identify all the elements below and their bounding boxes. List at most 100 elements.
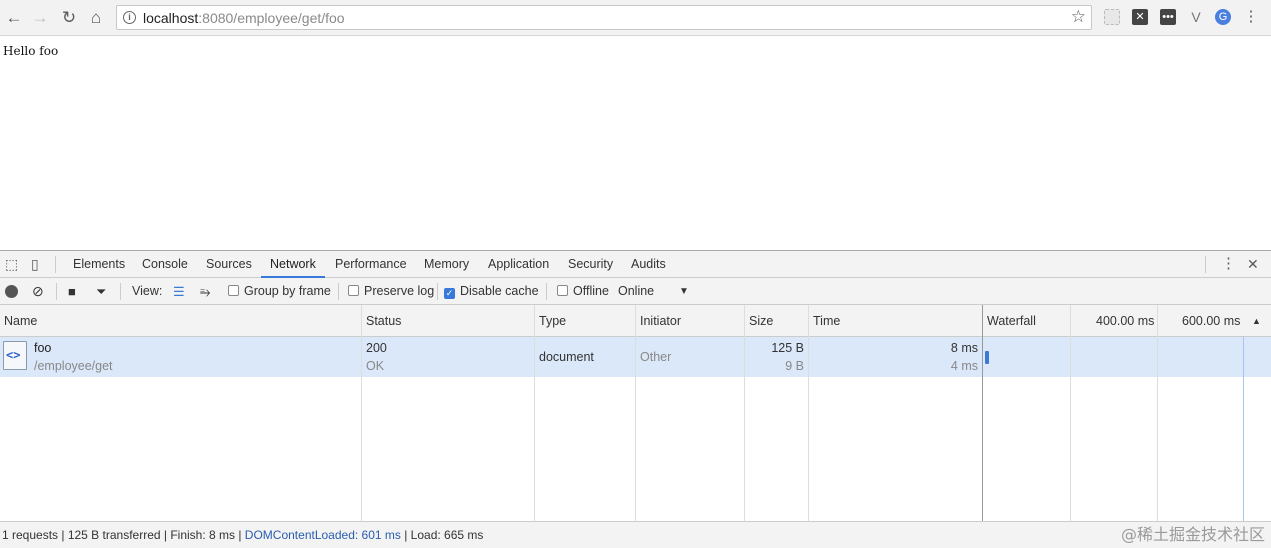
extension-v-icon[interactable]: V	[1188, 9, 1204, 25]
column-divider	[635, 305, 636, 521]
request-time: 8 ms	[950, 341, 978, 355]
url-text[interactable]: localhost:8080/employee/get/foo	[143, 10, 345, 26]
watermark: @稀土掘金技术社区	[1120, 525, 1265, 544]
preserve-log-label: Preserve log	[364, 284, 435, 298]
offline-label: Offline	[573, 284, 609, 298]
tab-network[interactable]: Network	[261, 251, 325, 278]
summary-domcontentloaded: DOMContentLoaded: 601 ms	[244, 528, 401, 542]
close-icon[interactable]: ✕	[1247, 257, 1259, 271]
tab-audits[interactable]: Audits	[622, 251, 675, 278]
column-type[interactable]: Type	[535, 305, 566, 337]
column-divider	[361, 305, 362, 521]
throttling-select[interactable]: Online	[618, 278, 654, 305]
chevron-down-icon[interactable]: ▼	[679, 278, 689, 305]
browser-toolbar: ← → ↻ ⌂ i localhost:8080/employee/get/fo…	[0, 0, 1271, 36]
filter-icon[interactable]: ⏷	[96, 278, 106, 305]
sort-ascending-icon[interactable]: ▲	[1248, 305, 1261, 337]
waterfall-gridline	[1157, 305, 1158, 521]
forward-arrow-icon[interactable]: →	[30, 8, 50, 28]
large-rows-icon[interactable]: ☰	[173, 278, 185, 305]
tab-security[interactable]: Security	[559, 251, 622, 278]
column-name[interactable]: Name	[0, 305, 37, 337]
tab-application[interactable]: Application	[479, 251, 558, 278]
request-status-text: OK	[366, 359, 385, 373]
column-size[interactable]: Size	[745, 305, 773, 337]
waterfall-tick-400: 400.00 ms	[1096, 314, 1155, 328]
extension-dots-icon[interactable]: •••	[1160, 9, 1176, 25]
view-label: View:	[132, 284, 163, 298]
page-body-text: Hello foo	[3, 44, 59, 58]
separator	[546, 283, 547, 300]
home-icon[interactable]: ⌂	[86, 8, 106, 28]
column-divider	[534, 305, 535, 521]
inspect-element-icon[interactable]: ⬚	[5, 257, 18, 271]
tab-performance[interactable]: Performance	[326, 251, 416, 278]
request-size: 125 B	[771, 341, 804, 355]
disable-cache-label: Disable cache	[460, 284, 539, 298]
load-event-line	[1243, 337, 1244, 521]
request-status-code: 200	[366, 341, 387, 355]
url-path: :8080/employee/get/foo	[198, 10, 345, 26]
waterfall-bar	[985, 351, 989, 364]
group-by-frame-checkbox[interactable]: Group by frame	[228, 278, 331, 305]
request-latency: 4 ms	[950, 359, 978, 373]
request-path: /employee/get	[34, 359, 113, 373]
device-toolbar-icon[interactable]: ▯	[31, 257, 39, 271]
url-host: localhost	[143, 10, 199, 26]
column-status[interactable]: Status	[362, 305, 401, 337]
column-waterfall[interactable]: Waterfall	[983, 305, 1036, 337]
record-icon[interactable]	[5, 285, 18, 298]
separator	[437, 283, 438, 300]
separator	[55, 256, 56, 273]
clear-icon[interactable]: ⊘	[32, 278, 44, 305]
request-type: document	[539, 350, 594, 364]
checkbox-box	[348, 285, 359, 296]
separator	[120, 283, 121, 300]
column-divider	[744, 305, 745, 521]
extension-placeholder-icon[interactable]	[1104, 9, 1120, 25]
info-icon[interactable]: i	[123, 11, 136, 24]
waterfall-tick-600: 600.00 ms	[1182, 314, 1241, 328]
network-request-grid: Name Status Type Initiator Size Time Wat…	[0, 305, 1271, 521]
request-content-size: 9 B	[785, 359, 804, 373]
summary-load: | Load: 665 ms	[400, 528, 484, 542]
tab-elements[interactable]: Elements	[64, 251, 134, 278]
request-name[interactable]: foo	[34, 341, 51, 355]
back-arrow-icon[interactable]: ←	[4, 8, 24, 28]
checkbox-box	[557, 285, 568, 296]
throttling-value: Online	[618, 284, 655, 298]
devtools-menu-icon[interactable]: ⋮	[1221, 256, 1236, 271]
network-toolbar: ⊘ ■ ⏷ View: ☰ ⥱ Group by frame Preserve …	[0, 278, 1271, 305]
address-bar[interactable]: i localhost:8080/employee/get/foo ☆	[116, 5, 1092, 30]
waterfall-gridline	[1070, 305, 1071, 521]
overview-icon[interactable]: ⥱	[200, 278, 210, 305]
extension-g-icon[interactable]: G	[1215, 9, 1231, 25]
checkbox-box	[228, 285, 239, 296]
summary-requests: 1 requests | 125 B transferred | Finish:…	[2, 528, 245, 542]
checkmark-icon: ✓	[444, 288, 455, 299]
tab-console[interactable]: Console	[133, 251, 197, 278]
network-summary-bar: 1 requests | 125 B transferred | Finish:…	[0, 521, 1271, 548]
tab-sources[interactable]: Sources	[197, 251, 261, 278]
separator	[56, 283, 57, 300]
devtools-tabbar: ⬚ ▯ Elements Console Sources Network Per…	[0, 251, 1271, 278]
capture-screenshots-icon[interactable]: ■	[68, 278, 76, 305]
column-divider	[982, 305, 983, 521]
separator	[1205, 256, 1206, 273]
column-divider	[808, 305, 809, 521]
preserve-log-checkbox[interactable]: Preserve log	[348, 278, 434, 305]
column-time[interactable]: Time	[809, 305, 840, 337]
tab-memory[interactable]: Memory	[415, 251, 478, 278]
bookmark-star-icon[interactable]: ☆	[1071, 7, 1086, 27]
offline-checkbox[interactable]: Offline	[557, 278, 609, 305]
separator	[338, 283, 339, 300]
devtools-panel: ⬚ ▯ Elements Console Sources Network Per…	[0, 250, 1271, 548]
extension-x-icon[interactable]: ✕	[1132, 9, 1148, 25]
request-initiator: Other	[640, 350, 672, 364]
reload-icon[interactable]: ↻	[59, 8, 79, 28]
disable-cache-checkbox[interactable]: ✓ Disable cache	[444, 278, 539, 305]
browser-menu-icon[interactable]: ⋮	[1243, 9, 1259, 25]
column-initiator[interactable]: Initiator	[636, 305, 681, 337]
group-by-frame-label: Group by frame	[244, 284, 331, 298]
document-icon: <>	[3, 341, 27, 370]
